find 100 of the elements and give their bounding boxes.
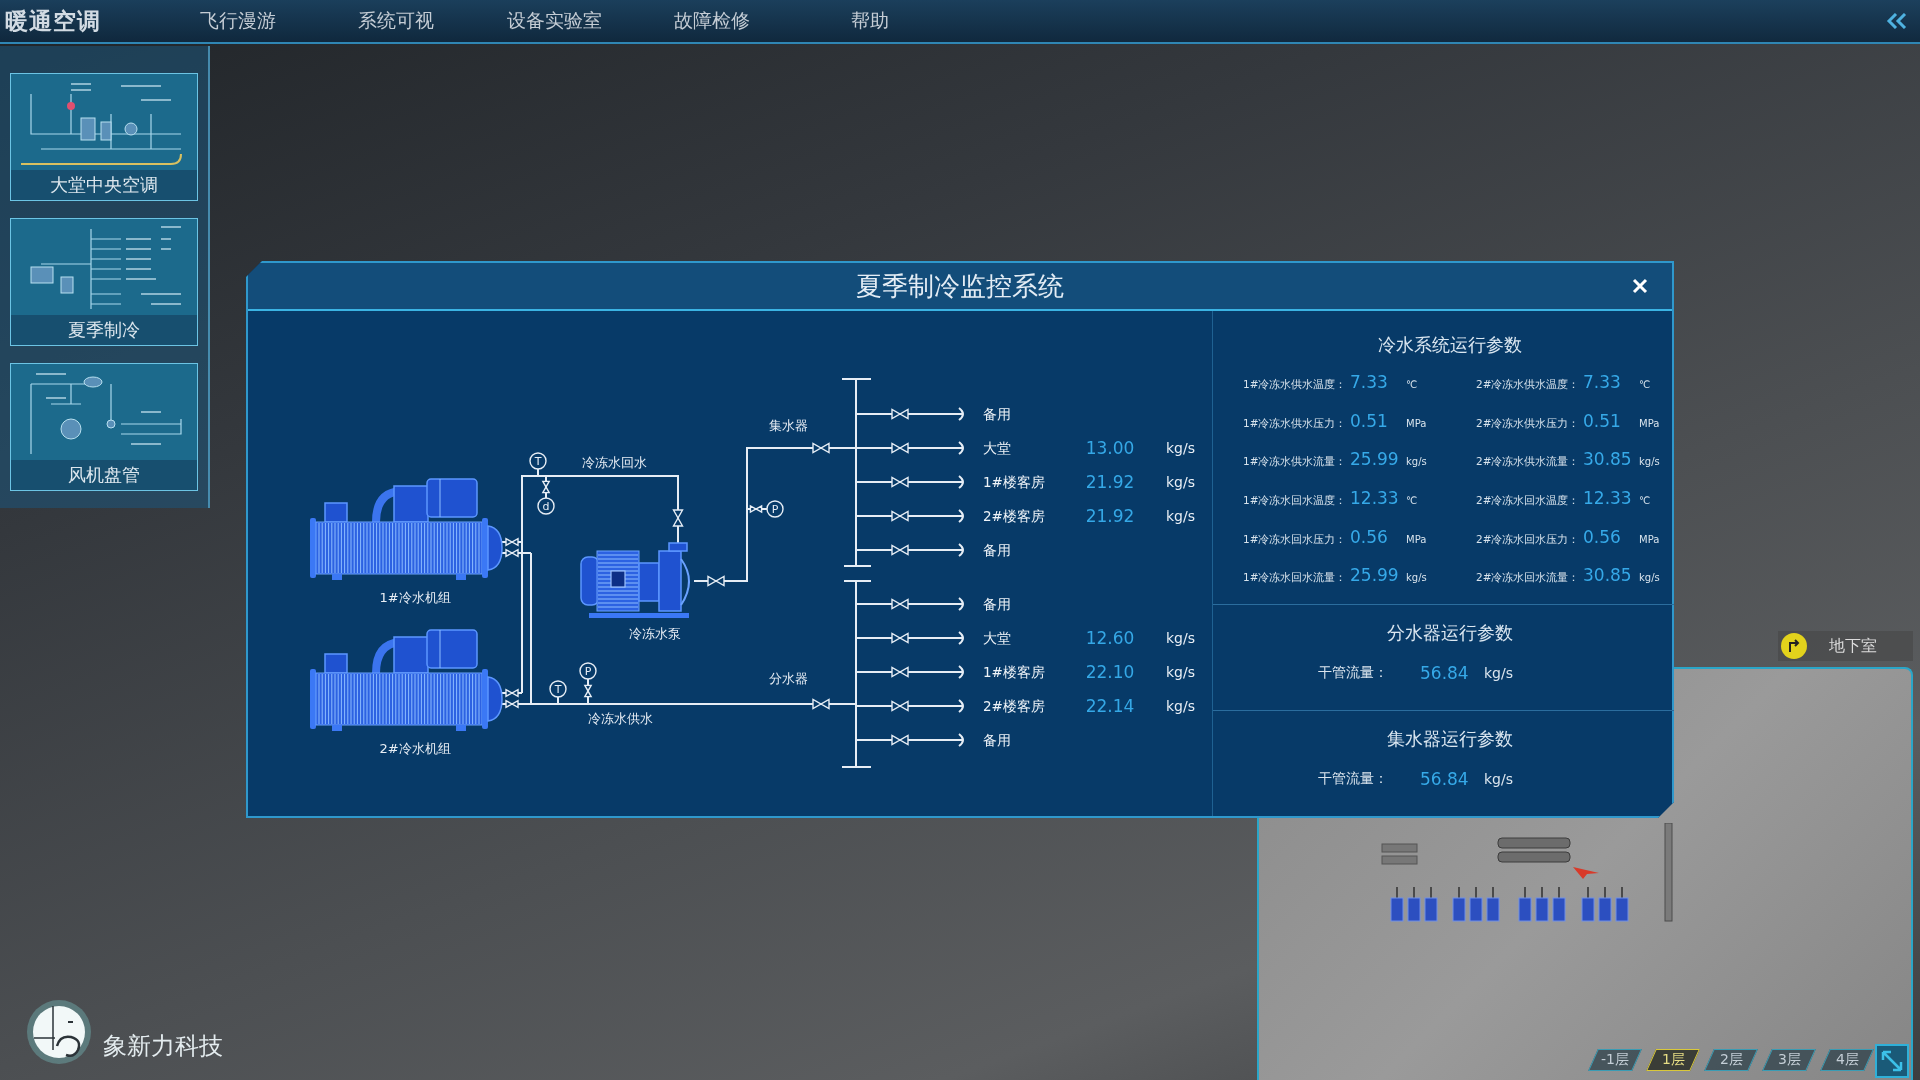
- parameter-value: 0.56: [1583, 526, 1621, 547]
- section-title: 分水器运行参数: [1386, 620, 1513, 645]
- parameter-unit: ℃: [1406, 495, 1418, 507]
- flow-unit: kg/s: [1166, 508, 1195, 524]
- parameter-unit: ℃: [1406, 379, 1418, 391]
- parameter-label: 2#冷冻水回水温度：: [1476, 494, 1580, 509]
- branch-label: 备用: [983, 732, 1011, 748]
- flow-unit: kg/s: [1166, 630, 1195, 646]
- valve-icon: [891, 544, 909, 556]
- location-marker-icon: [1573, 865, 1599, 879]
- parameter-label: 2#冷冻水供水流量：: [1476, 455, 1580, 470]
- flow-value: 22.10: [1085, 662, 1135, 682]
- nav-menu-item[interactable]: 帮助: [851, 8, 889, 34]
- valve-icon: [891, 476, 909, 488]
- valve-icon: [541, 480, 551, 494]
- branch-label: 备用: [983, 542, 1011, 558]
- section-title: 冷水系统运行参数: [1377, 333, 1522, 357]
- close-icon[interactable]: [1632, 278, 1648, 294]
- parameter-value: 30.85: [1583, 565, 1632, 586]
- branch-label: 1#楼客房: [983, 664, 1045, 680]
- scene-card[interactable]: 夏季制冷: [10, 218, 198, 346]
- parameter-unit: kg/s: [1639, 572, 1660, 584]
- valve-icon: [672, 509, 684, 527]
- valve-icon: [707, 575, 725, 587]
- flow-value: 21.92: [1085, 472, 1135, 492]
- parameter-value: 7.33: [1583, 372, 1621, 393]
- flow-value: 12.60: [1085, 628, 1135, 648]
- flow-unit: kg/s: [1166, 474, 1195, 490]
- flow-unit: kg/s: [1166, 440, 1195, 456]
- floor-tab[interactable]: 1层: [1646, 1049, 1700, 1071]
- scene-card[interactable]: 风机盘管: [10, 363, 198, 491]
- valve-icon: [891, 666, 909, 678]
- branch-label: 大堂: [983, 440, 1011, 456]
- parameter-value: 25.99: [1350, 565, 1399, 586]
- nav-menu-item[interactable]: 设备实验室: [506, 8, 602, 34]
- valve-icon: [891, 598, 909, 610]
- parameter-unit: MPa: [1639, 533, 1660, 545]
- chiller-label: 2#冷水机组: [379, 741, 451, 756]
- nav-menu-item[interactable]: 系统可视: [358, 8, 434, 34]
- valve-icon: [749, 504, 763, 514]
- parameter-label: 1#冷冻水供水温度：: [1243, 378, 1347, 393]
- parameter-unit: MPa: [1406, 533, 1427, 545]
- parameter-unit: kg/s: [1484, 770, 1513, 787]
- floor-tab[interactable]: -1层: [1588, 1049, 1642, 1071]
- parameter-value: 12.33: [1583, 488, 1632, 509]
- valve-icon: [505, 688, 519, 698]
- nav-menu-item[interactable]: 故障检修: [674, 8, 750, 34]
- parameter-label: 干管流量：: [1318, 663, 1388, 682]
- branch-label: 2#楼客房: [983, 508, 1045, 524]
- parameter-value: 56.84: [1420, 662, 1469, 683]
- scene-card[interactable]: 大堂中央空调: [10, 73, 198, 201]
- valve-icon: [891, 510, 909, 522]
- parameter-label: 干管流量：: [1318, 769, 1388, 788]
- parameter-value: 12.33: [1350, 488, 1399, 509]
- nav-menu-item[interactable]: 飞行漫游: [200, 8, 276, 34]
- parameter-unit: kg/s: [1639, 456, 1660, 468]
- valve-icon: [891, 734, 909, 746]
- valve-icon: [583, 684, 593, 698]
- parameter-unit: kg/s: [1484, 664, 1513, 681]
- parameter-unit: ℃: [1639, 495, 1651, 507]
- parameter-label: 2#冷冻水回水压力：: [1476, 532, 1580, 547]
- round-logo-icon: [27, 1000, 91, 1064]
- parameter-label: 1#冷冻水回水压力：: [1243, 532, 1347, 547]
- valve-icon: [505, 699, 519, 709]
- pump-label: 冷冻水泵: [629, 626, 681, 641]
- parameter-label: 2#冷冻水供水温度：: [1476, 378, 1580, 393]
- chiller-label: 1#冷水机组: [379, 590, 451, 605]
- floor-tab[interactable]: 4层: [1820, 1049, 1874, 1071]
- valve-icon: [505, 537, 519, 547]
- flow-value: 22.14: [1085, 696, 1135, 716]
- double-chevron-icon[interactable]: [1886, 13, 1908, 29]
- parameter-label: 1#冷冻水回水温度：: [1243, 494, 1347, 509]
- app-title: 暖通空调: [5, 6, 101, 36]
- parameter-label: 2#冷冻水回水流量：: [1476, 571, 1580, 586]
- manifold-label: 分水器: [768, 671, 808, 686]
- parameter-label: 2#冷冻水供水压力：: [1476, 416, 1580, 431]
- expand-icon[interactable]: [1875, 1044, 1909, 1078]
- parameter-label: 1#冷冻水供水压力：: [1243, 416, 1347, 431]
- parameter-unit: MPa: [1639, 417, 1660, 429]
- parameter-value: 0.51: [1350, 410, 1388, 431]
- branch-label: 备用: [983, 596, 1011, 612]
- dialog-title: 夏季制冷监控系统: [856, 269, 1064, 303]
- floor-tab[interactable]: 3层: [1762, 1049, 1816, 1071]
- pipe-label: 冷冻水供水: [587, 711, 653, 726]
- parameter-value: 25.99: [1350, 449, 1399, 470]
- parameter-value: 0.51: [1583, 410, 1621, 431]
- branch-label: 大堂: [983, 630, 1011, 646]
- location-button[interactable]: 地下室: [1778, 631, 1913, 661]
- parameter-value: 0.56: [1350, 526, 1388, 547]
- parameter-unit: kg/s: [1406, 572, 1427, 584]
- parameter-value: 56.84: [1420, 768, 1469, 789]
- parameter-label: 1#冷冻水回水流量：: [1243, 571, 1347, 586]
- branch-label: 备用: [983, 406, 1011, 422]
- parameter-unit: kg/s: [1406, 456, 1427, 468]
- floor-tab[interactable]: 2层: [1704, 1049, 1758, 1071]
- flow-unit: kg/s: [1166, 698, 1195, 714]
- parameter-value: 30.85: [1583, 449, 1632, 470]
- valve-icon: [812, 698, 830, 710]
- valve-icon: [812, 442, 830, 454]
- valve-icon: [891, 700, 909, 712]
